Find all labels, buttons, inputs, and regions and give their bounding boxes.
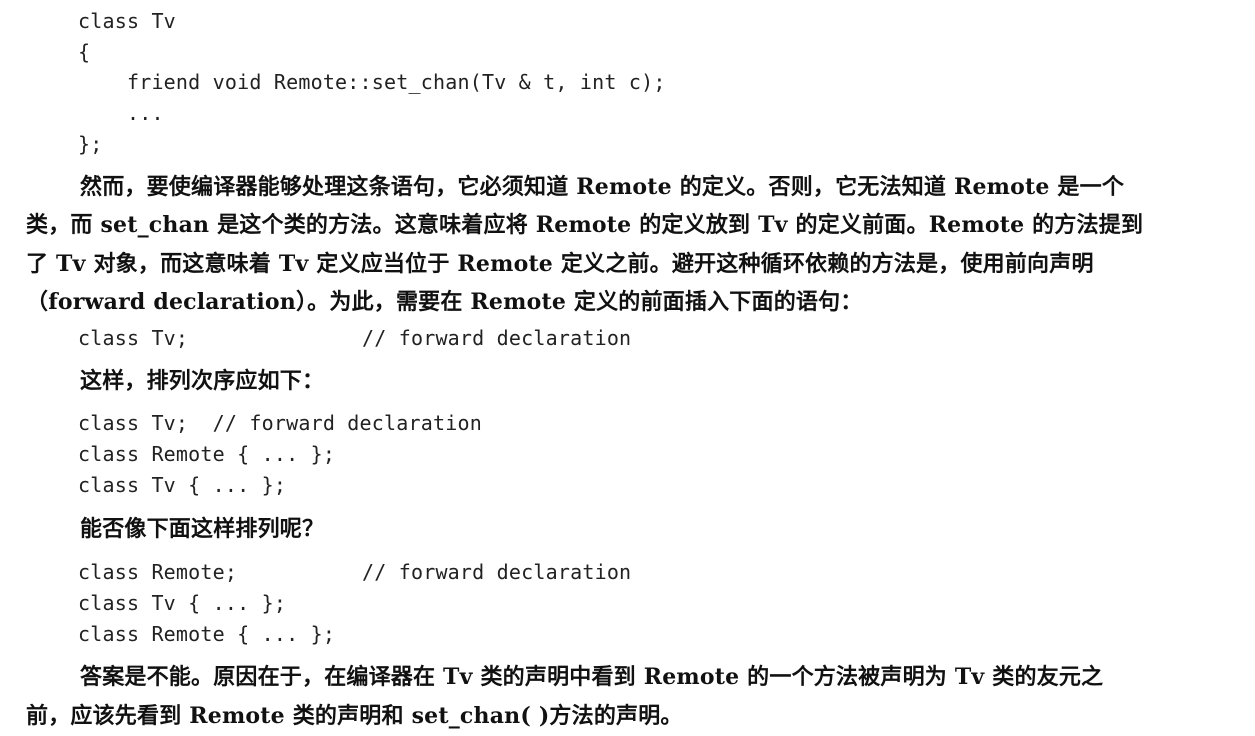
- paragraph-line: 前，应该先看到 Remote 类的声明和 set_chan( )方法的声明。: [26, 703, 683, 729]
- code-line: class Tv; // forward declaration: [78, 411, 482, 435]
- paragraph-line: 了 Tv 对象，而这意味着 Tv 定义应当位于 Remote 定义之前。避开这种…: [26, 251, 1094, 277]
- code-line: class Tv;: [78, 326, 189, 350]
- code-line: class Tv: [78, 9, 176, 33]
- paragraph-line: 然而，要使编译器能够处理这条语句，它必须知道 Remote 的定义。否则，它无法…: [80, 174, 1125, 200]
- code-line: friend void Remote::set_chan(Tv & t, int…: [78, 70, 666, 94]
- paragraph-question: 能否像下面这样排列呢？: [80, 516, 325, 542]
- paragraph-order-intro: 这样，排列次序应如下：: [80, 368, 325, 394]
- paragraph-line: （forward declaration）。为此，需要在 Remote 定义的前…: [26, 289, 863, 315]
- code-line: };: [78, 132, 103, 156]
- code-line: class Remote { ... };: [78, 622, 336, 646]
- code-comment: // forward declaration: [362, 560, 632, 584]
- code-line: class Remote { ... };: [78, 442, 336, 466]
- paragraph-line: 类，而 set_chan 是这个类的方法。这意味着应将 Remote 的定义放到…: [26, 212, 1144, 238]
- code-line: class Tv { ... };: [78, 473, 287, 497]
- code-line: ...: [78, 101, 164, 125]
- code-line: class Tv { ... };: [78, 591, 287, 615]
- paragraph-line: 答案是不能。原因在于，在编译器在 Tv 类的声明中看到 Remote 的一个方法…: [80, 664, 1104, 690]
- code-line: {: [78, 40, 91, 64]
- document-page: class Tv { friend void Remote::set_chan(…: [0, 0, 1255, 736]
- code-comment: // forward declaration: [362, 326, 632, 350]
- code-line: class Remote;: [78, 560, 238, 584]
